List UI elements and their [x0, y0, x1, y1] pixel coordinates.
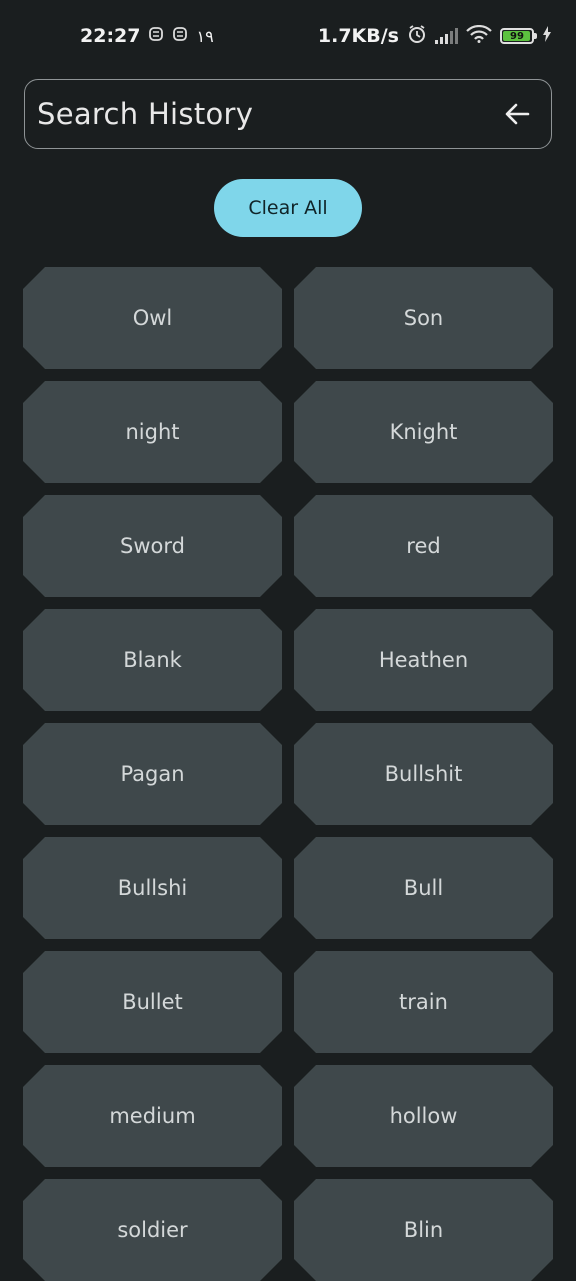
history-item[interactable]: Son: [294, 267, 553, 369]
battery-level: 99: [510, 30, 524, 42]
history-item[interactable]: Bull: [294, 837, 553, 939]
notification-icon-2: [172, 25, 188, 47]
history-item[interactable]: Pagan: [23, 723, 282, 825]
wifi-icon: [466, 24, 492, 48]
clock: 22:27: [80, 25, 141, 47]
signal-icon: [435, 28, 458, 44]
alarm-icon: [407, 24, 427, 49]
history-item[interactable]: night: [23, 381, 282, 483]
search-history-bar[interactable]: Search History: [24, 79, 552, 149]
page-title: Search History: [37, 97, 254, 131]
status-bar: 22:27 ۱۹ 1.7KB/s 99: [0, 0, 576, 72]
history-grid: Owl Son night Knight Sword red Blank Hea…: [23, 267, 553, 1281]
history-item[interactable]: Heathen: [294, 609, 553, 711]
history-item[interactable]: medium: [23, 1065, 282, 1167]
history-item[interactable]: soldier: [23, 1179, 282, 1281]
notification-icon: [148, 25, 164, 47]
charging-icon: [542, 25, 552, 47]
history-item[interactable]: Sword: [23, 495, 282, 597]
battery-icon: 99: [500, 28, 537, 44]
history-item[interactable]: Blank: [23, 609, 282, 711]
history-item[interactable]: hollow: [294, 1065, 553, 1167]
history-item[interactable]: Bullshit: [294, 723, 553, 825]
history-item[interactable]: Bullet: [23, 951, 282, 1053]
history-item[interactable]: train: [294, 951, 553, 1053]
history-item[interactable]: Blin: [294, 1179, 553, 1281]
status-extra: ۱۹: [196, 26, 214, 46]
arrow-left-icon[interactable]: [501, 98, 533, 130]
network-speed: 1.7KB/s: [317, 25, 399, 47]
clear-all-button[interactable]: Clear All: [214, 179, 362, 237]
history-item[interactable]: Bullshi: [23, 837, 282, 939]
history-item[interactable]: Knight: [294, 381, 553, 483]
history-item[interactable]: red: [294, 495, 553, 597]
history-item[interactable]: Owl: [23, 267, 282, 369]
